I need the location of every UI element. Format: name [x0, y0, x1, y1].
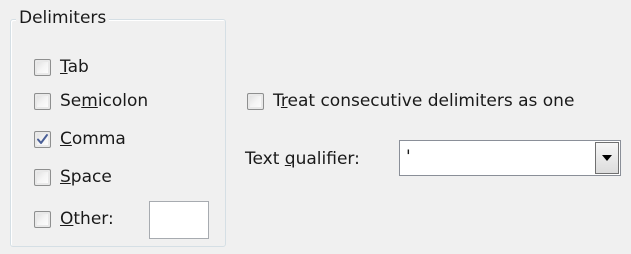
space-label[interactable]: Space	[60, 165, 112, 189]
semicolon-option[interactable]: Semicolon	[34, 89, 148, 113]
treat-consecutive-label[interactable]: Treat consecutive delimiters as one	[273, 89, 574, 113]
text-qualifier-dropdown-button[interactable]	[595, 142, 619, 174]
treat-consecutive-option[interactable]: Treat consecutive delimiters as one	[247, 89, 574, 113]
tab-checkbox[interactable]	[34, 58, 51, 76]
other-label[interactable]: Other:	[60, 207, 114, 231]
semicolon-checkbox[interactable]	[34, 92, 51, 110]
delimiters-group-title: Delimiters	[16, 7, 110, 29]
space-checkbox[interactable]	[34, 168, 51, 186]
semicolon-label[interactable]: Semicolon	[60, 89, 148, 113]
comma-option[interactable]: Comma	[34, 127, 126, 151]
other-option[interactable]: Other:	[34, 207, 114, 231]
chevron-down-icon	[602, 155, 612, 161]
space-option[interactable]: Space	[34, 165, 112, 189]
text-qualifier-value: '	[406, 147, 411, 167]
text-qualifier-label: Text qualifier:	[245, 149, 360, 169]
other-checkbox[interactable]	[34, 210, 51, 228]
other-delimiter-input[interactable]	[149, 201, 209, 239]
comma-checkbox[interactable]	[34, 130, 51, 148]
treat-consecutive-checkbox[interactable]	[247, 92, 264, 110]
text-qualifier-select[interactable]: '	[399, 140, 621, 176]
tab-label[interactable]: Tab	[60, 55, 89, 79]
comma-label[interactable]: Comma	[60, 127, 126, 151]
checkmark-icon	[37, 133, 48, 144]
tab-option[interactable]: Tab	[34, 55, 89, 79]
